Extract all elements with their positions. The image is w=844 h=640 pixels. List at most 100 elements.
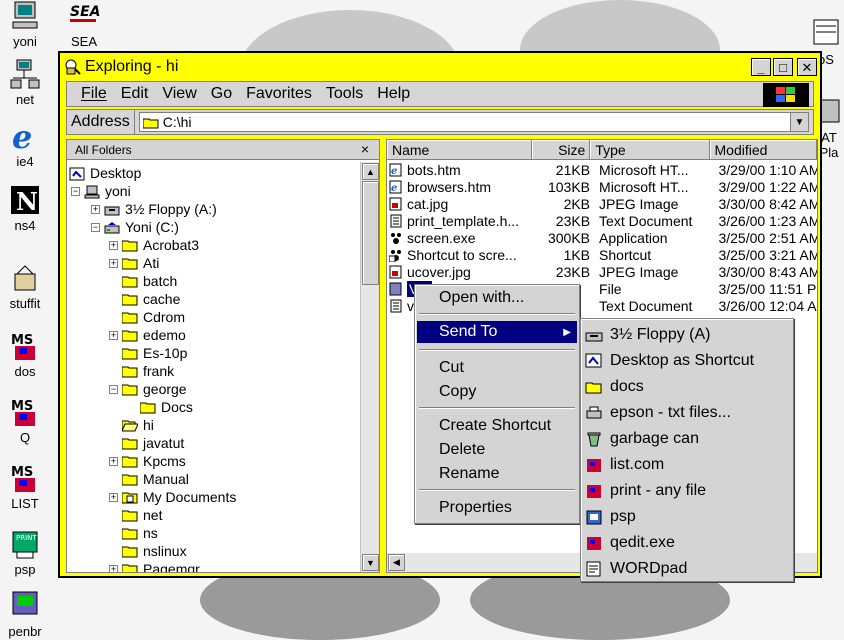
desktop-icon-psp[interactable]: PRINT psp: [0, 528, 53, 577]
menu-item-send-to[interactable]: Send To ▶: [417, 321, 577, 343]
desktop-icon-ie4[interactable]: e ie4: [0, 118, 53, 169]
expand-icon[interactable]: +: [109, 240, 118, 250]
menu-item-delete[interactable]: Delete: [417, 439, 577, 461]
expand-icon[interactable]: +: [109, 456, 118, 466]
scroll-thumb[interactable]: [362, 181, 379, 285]
expand-icon[interactable]: +: [91, 204, 100, 214]
menu-item-copy[interactable]: Copy: [417, 381, 577, 403]
file-row[interactable]: Shortcut to scre... 1KB Shortcut 3/25/00…: [387, 246, 817, 263]
tree-item-folder[interactable]: − george: [109, 380, 187, 398]
file-row[interactable]: screen.exe 300KB Application 3/25/00 2:5…: [387, 229, 817, 246]
address-input[interactable]: C:\hi ▼: [138, 112, 809, 132]
desktop-icon-sea[interactable]: SEA SEA: [56, 0, 112, 49]
column-header-name[interactable]: Name: [387, 140, 532, 160]
tree-item-folder[interactable]: javatut: [109, 434, 184, 452]
tree-item-folder[interactable]: + Acrobat3: [109, 236, 199, 254]
send-to-label: qedit.exe: [610, 534, 675, 551]
menu-item-cut[interactable]: Cut: [417, 357, 577, 379]
menu-edit[interactable]: Edit: [114, 85, 156, 103]
menu-file[interactable]: File: [67, 85, 114, 103]
tree-item-folder[interactable]: Docs: [127, 398, 193, 416]
tree-item-floppy[interactable]: + 3½ Floppy (A:): [91, 200, 217, 218]
maximize-button[interactable]: □: [773, 58, 793, 76]
minimize-button[interactable]: _: [751, 58, 771, 76]
file-row[interactable]: e bots.htm 21KB Microsoft HT... 3/29/00 1…: [387, 161, 817, 178]
menu-bar: File Edit View Go Favorites Tools Help: [66, 81, 814, 107]
tree-item-folder[interactable]: Es-10p: [109, 344, 187, 362]
tree-item-folder[interactable]: Manual: [109, 470, 189, 488]
scroll-down-button[interactable]: ▼: [362, 554, 379, 571]
desktop-icon-stuffit[interactable]: stuffit: [0, 262, 53, 311]
desktop-icon-q[interactable]: MS Q: [0, 396, 53, 445]
file-icon: [389, 282, 403, 296]
send-to-epson[interactable]: epson - txt files...: [585, 401, 791, 425]
tree-item-folder[interactable]: Cdrom: [109, 308, 185, 326]
menu-item-open-with[interactable]: Open with...: [417, 287, 577, 309]
desktop-icon-net[interactable]: net: [0, 58, 53, 107]
close-button[interactable]: ✕: [797, 58, 817, 76]
send-to-print-any-file[interactable]: print - any file: [585, 479, 791, 503]
menu-go[interactable]: Go: [204, 85, 239, 103]
column-header-type[interactable]: Type: [590, 140, 710, 160]
collapse-icon[interactable]: −: [109, 384, 118, 394]
menu-tools[interactable]: Tools: [319, 85, 370, 103]
folders-vertical-scrollbar[interactable]: ▲ ▼: [360, 162, 379, 572]
menu-item-rename[interactable]: Rename: [417, 463, 577, 485]
column-header-modified[interactable]: Modified: [709, 140, 817, 160]
send-to-garbage-can[interactable]: garbage can: [585, 427, 791, 451]
column-header-size[interactable]: Size: [531, 140, 591, 160]
tree-item-label: javatut: [143, 435, 185, 451]
send-to-psp[interactable]: psp: [585, 505, 791, 529]
menu-item-create-shortcut[interactable]: Create Shortcut: [417, 415, 577, 437]
menu-view[interactable]: View: [155, 85, 203, 103]
tree-item-folder[interactable]: ns: [109, 524, 158, 542]
tree-item-folder[interactable]: nslinux: [109, 542, 187, 560]
expand-icon[interactable]: +: [109, 330, 118, 340]
file-row[interactable]: ucover.jpg 23KB JPEG Image 3/30/00 8:43 …: [387, 263, 817, 280]
expand-icon[interactable]: +: [109, 492, 118, 502]
send-to-floppy[interactable]: 3½ Floppy (A): [585, 323, 791, 347]
desktop-icon-label: ns4: [14, 218, 36, 233]
tree-item-folder-open[interactable]: hi: [109, 416, 154, 434]
expand-icon[interactable]: +: [109, 564, 118, 572]
expand-icon[interactable]: +: [109, 258, 118, 268]
file-row[interactable]: cat.jpg 2KB JPEG Image 3/30/00 8:42 AM: [387, 195, 817, 212]
send-to-docs[interactable]: docs: [585, 375, 791, 399]
send-to-qedit[interactable]: qedit.exe: [585, 531, 791, 555]
tree-item-folder[interactable]: batch: [109, 272, 177, 290]
desktop-icon-list[interactable]: MS LIST: [0, 462, 53, 511]
svg-text:e: e: [391, 183, 397, 194]
tree-item-folder[interactable]: + Kpcms: [109, 452, 186, 470]
scroll-left-button[interactable]: ◀: [388, 554, 405, 571]
stuffit-icon: [9, 262, 41, 294]
file-row[interactable]: e browsers.htm 103KB Microsoft HT... 3/29…: [387, 178, 817, 195]
file-row[interactable]: print_template.h... 23KB Text Document 3…: [387, 212, 817, 229]
tree-item-folder[interactable]: + edemo: [109, 326, 186, 344]
send-to-label: psp: [610, 508, 636, 525]
menu-item-properties[interactable]: Properties: [417, 497, 577, 519]
tree-item-folder[interactable]: net: [109, 506, 162, 524]
tree-item-folder[interactable]: + Ati: [109, 254, 159, 272]
collapse-icon[interactable]: −: [91, 222, 100, 232]
tree-item-folder[interactable]: cache: [109, 290, 180, 308]
tree-item-desktop[interactable]: Desktop: [69, 164, 141, 182]
menu-help[interactable]: Help: [370, 85, 417, 103]
tree-item-yoni-c[interactable]: − Yoni (C:): [91, 218, 179, 236]
floppy-drive-icon: [585, 327, 603, 343]
folders-pane-close-button[interactable]: ×: [361, 141, 369, 157]
send-to-desktop[interactable]: Desktop as Shortcut: [585, 349, 791, 373]
collapse-icon[interactable]: −: [71, 186, 80, 196]
address-dropdown-button[interactable]: ▼: [790, 113, 808, 131]
tree-item-folder[interactable]: frank: [109, 362, 174, 380]
tree-item-yoni[interactable]: − yoni: [71, 182, 131, 200]
tree-item-my-documents[interactable]: + My Documents: [109, 488, 236, 506]
menu-favorites[interactable]: Favorites: [239, 85, 319, 103]
scroll-up-button[interactable]: ▲: [362, 163, 379, 180]
send-to-wordpad[interactable]: WORDpad: [585, 557, 791, 581]
desktop-icon-yoni[interactable]: yoni: [0, 0, 53, 49]
desktop-icon-ns4[interactable]: N ns4: [0, 184, 53, 233]
send-to-list-com[interactable]: list.com: [585, 453, 791, 477]
tree-item-folder[interactable]: + Pagemgr: [109, 560, 200, 572]
title-bar[interactable]: Exploring - hi _ □ ✕: [63, 56, 817, 78]
desktop-icon-dos[interactable]: MS dos: [0, 330, 53, 379]
